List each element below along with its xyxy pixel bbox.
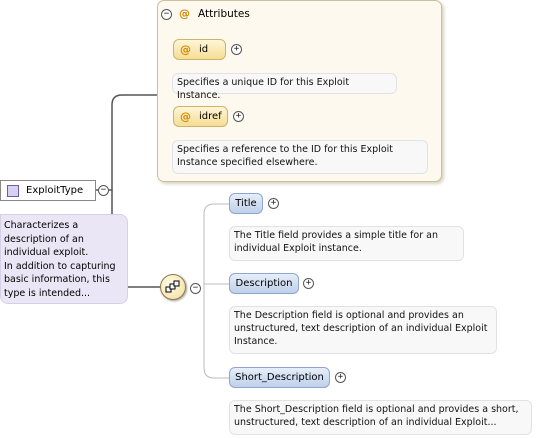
sequence-icon <box>165 280 180 293</box>
root-element-label: ExploitType <box>26 185 84 196</box>
attribute-icon: @ <box>180 43 191 56</box>
root-documentation: Characterizes a description of an indivi… <box>0 214 128 304</box>
element-description-label: Description <box>235 278 293 289</box>
attribute-id-label: id <box>199 44 209 55</box>
attribute-idref-expand-toggle[interactable]: + <box>233 111 244 122</box>
attribute-idref-documentation: Specifies a reference to the ID for this… <box>172 140 428 174</box>
root-element-exploittype[interactable]: ExploitType <box>0 180 96 201</box>
attribute-group-icon: @ <box>179 7 190 20</box>
attribute-id-documentation: Specifies a unique ID for this Exploit I… <box>172 73 397 101</box>
element-description-documentation: The Description field is optional and pr… <box>229 306 497 354</box>
element-title-expand-toggle[interactable]: + <box>268 198 279 209</box>
attribute-idref-label: idref <box>199 111 222 122</box>
element-short-description-documentation: The Short_Description field is optional … <box>229 400 532 435</box>
root-collapse-toggle[interactable]: − <box>98 185 109 196</box>
sequence-bracket-line <box>203 203 229 379</box>
sequence-collapse-toggle[interactable]: − <box>190 283 201 294</box>
element-description[interactable]: Description <box>229 273 299 294</box>
element-title-documentation: The Title field provides a simple title … <box>229 226 464 261</box>
attributes-group-label: Attributes <box>198 8 250 20</box>
sequence-compositor[interactable] <box>160 274 186 300</box>
attribute-icon: @ <box>180 110 191 123</box>
attribute-id[interactable]: @ id <box>173 39 226 60</box>
attribute-idref[interactable]: @ idref <box>173 106 228 127</box>
element-short-description-expand-toggle[interactable]: + <box>335 372 346 383</box>
attributes-collapse-toggle[interactable]: − <box>161 9 172 20</box>
root-to-attributes-line <box>96 94 157 191</box>
element-short-description[interactable]: Short_Description <box>229 367 330 388</box>
complex-type-icon <box>7 184 19 197</box>
element-description-expand-toggle[interactable]: + <box>303 278 314 289</box>
element-title-label: Title <box>235 198 257 209</box>
element-short-description-label: Short_Description <box>235 372 324 383</box>
attribute-id-expand-toggle[interactable]: + <box>231 44 242 55</box>
element-title[interactable]: Title <box>229 193 263 214</box>
